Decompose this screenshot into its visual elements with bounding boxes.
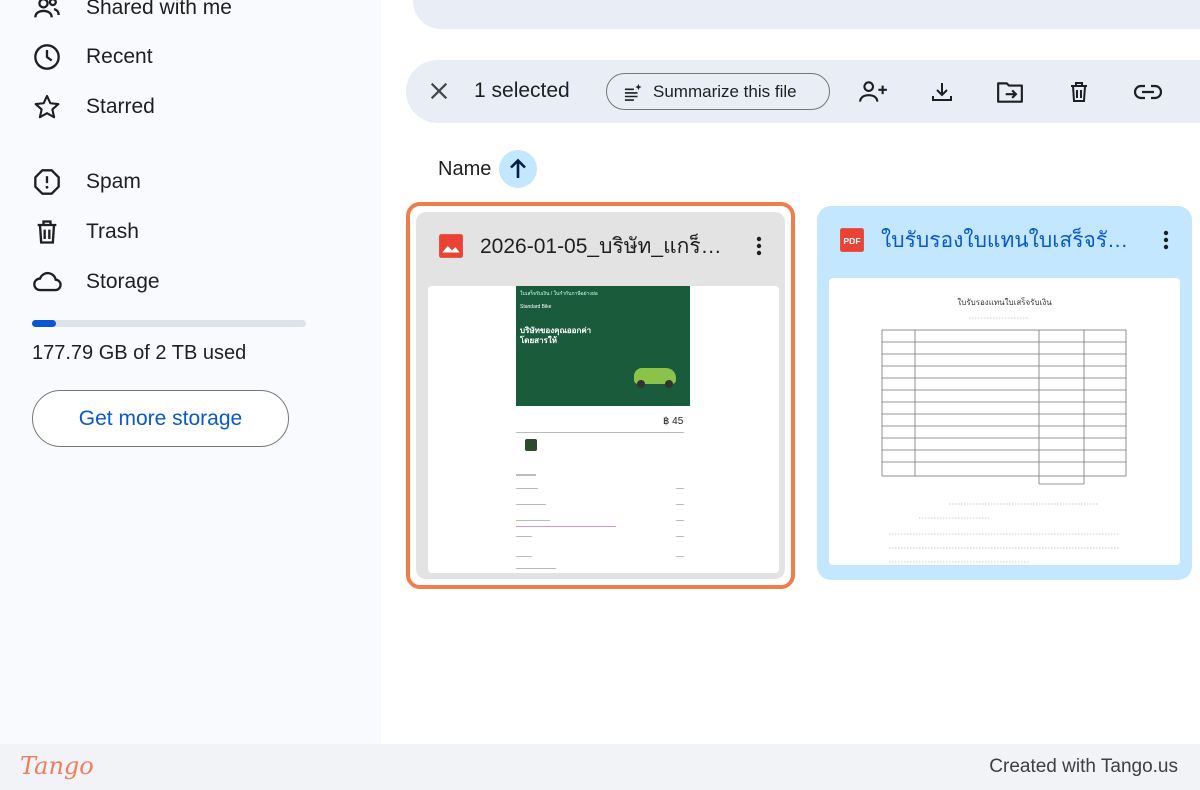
pdf-file-icon: PDF xyxy=(839,227,865,253)
search-bar[interactable] xyxy=(413,0,1200,29)
tango-logo: Tango xyxy=(20,752,94,780)
sort-by-name-button[interactable]: Name xyxy=(438,150,538,188)
get-more-storage-button[interactable]: Get more storage xyxy=(32,390,289,447)
text-line xyxy=(516,526,616,527)
text-line xyxy=(516,520,550,521)
document-table xyxy=(881,317,1127,563)
text-line xyxy=(516,504,546,505)
sidebar-item-spam[interactable]: Spam xyxy=(32,162,141,202)
sidebar-item-label: Trash xyxy=(86,220,139,243)
text-line xyxy=(676,504,684,505)
move-icon xyxy=(997,82,1023,103)
text-line xyxy=(676,556,684,557)
text-line xyxy=(516,536,532,537)
svg-text:PDF: PDF xyxy=(843,236,860,246)
download-button[interactable] xyxy=(925,75,959,109)
file-name: ใบรับรองใบแทนใบเสร็จรับเงิน.pdf xyxy=(881,228,1131,252)
cloud-icon xyxy=(32,267,62,297)
sidebar-item-storage[interactable]: Storage xyxy=(32,262,160,302)
file-card[interactable]: 2026-01-05_บริษัท_แกร็บ_ประเทศไทย_จำกัด.… xyxy=(416,212,785,579)
file-card-header: PDF ใบรับรองใบแทนใบเสร็จรับเงิน.pdf xyxy=(817,206,1192,274)
star-icon xyxy=(32,92,62,122)
tango-credit: Created with Tango.us xyxy=(989,756,1178,777)
file-card-selected-outline: 2026-01-05_บริษัท_แกร็บ_ประเทศไทย_จำกัด.… xyxy=(406,202,795,589)
summarize-label: Summarize this file xyxy=(653,81,797,101)
file-card[interactable]: PDF ใบรับรองใบแทนใบเสร็จรับเงิน.pdf ใบรั… xyxy=(817,206,1192,580)
text-line xyxy=(516,488,538,489)
car-wheel xyxy=(637,380,645,388)
selection-action-bar: 1 selected Summarize this file xyxy=(406,60,1200,123)
image-file-icon xyxy=(438,233,464,259)
storage-bar-fill xyxy=(32,320,56,327)
receipt-divider xyxy=(516,432,684,433)
spam-icon xyxy=(32,167,62,197)
people-icon xyxy=(32,0,62,23)
storage-used-text: 177.79 GB of 2 TB used xyxy=(32,342,247,364)
receipt-service: Standard Bike xyxy=(520,304,552,310)
sort-label: Name xyxy=(438,157,492,180)
sidebar: Shared with me Recent Starred Spam Trash… xyxy=(0,0,380,744)
summarize-sparkle-icon xyxy=(623,83,643,101)
summarize-file-button[interactable]: Summarize this file xyxy=(606,73,830,110)
sidebar-item-label: Spam xyxy=(86,170,141,193)
sidebar-item-recent[interactable]: Recent xyxy=(32,37,153,77)
more-vert-icon xyxy=(756,236,762,256)
sidebar-item-label: Starred xyxy=(86,95,155,118)
sidebar-item-starred[interactable]: Starred xyxy=(32,87,155,127)
sidebar-item-trash[interactable]: Trash xyxy=(32,212,139,252)
delete-button[interactable] xyxy=(1062,75,1096,109)
file-thumbnail: ใบเสร็จรับเงิน / ใบกำกับภาษีอย่างย่อ Sta… xyxy=(428,286,779,573)
more-vert-icon xyxy=(1163,230,1169,250)
text-line xyxy=(516,556,532,557)
share-icon xyxy=(859,81,887,102)
clear-selection-button[interactable] xyxy=(424,76,454,106)
close-icon xyxy=(430,82,448,100)
more-options-button[interactable] xyxy=(1154,228,1178,252)
copy-link-button[interactable] xyxy=(1131,75,1165,109)
receipt-title: บริษัทของคุณออกค่าโดยสารให้ xyxy=(520,326,592,345)
sidebar-item-shared-with-me[interactable]: Shared with me xyxy=(32,0,232,28)
clock-icon xyxy=(32,42,62,72)
text-line xyxy=(676,520,684,521)
text-line xyxy=(676,536,684,537)
sidebar-item-label: Storage xyxy=(86,270,160,293)
receipt-header: ใบเสร็จรับเงิน / ใบกำกับภาษีอย่างย่อ xyxy=(520,291,598,297)
receipt-banner: ใบเสร็จรับเงิน / ใบกำกับภาษีอย่างย่อ Sta… xyxy=(516,286,690,406)
sidebar-item-label: Recent xyxy=(86,45,153,68)
text-line xyxy=(516,568,556,569)
link-icon xyxy=(1134,84,1162,100)
trash-icon xyxy=(32,217,62,247)
car-wheel xyxy=(665,380,673,388)
file-card-header: 2026-01-05_บริษัท_แกร็บ_ประเทศไทย_จำกัด.… xyxy=(416,212,785,280)
selected-count: 1 selected xyxy=(474,79,570,102)
arrow-up-icon xyxy=(499,150,538,188)
receipt-amount: ฿ 45 xyxy=(663,416,684,427)
file-name: 2026-01-05_บริษัท_แกร็บ_ประเทศไทย_จำกัด.… xyxy=(480,234,730,258)
receipt-avatar xyxy=(525,439,537,451)
trash-icon xyxy=(1071,82,1087,102)
footer: Tango Created with Tango.us xyxy=(0,744,1200,790)
main-content: 1 selected Summarize this file Name 2026… xyxy=(381,0,1200,744)
download-icon xyxy=(932,83,952,101)
storage-bar xyxy=(32,320,306,327)
more-options-button[interactable] xyxy=(747,234,771,258)
text-line xyxy=(516,474,536,476)
sidebar-item-label: Shared with me xyxy=(86,0,232,19)
file-thumbnail: ใบรับรองแทนใบเสร็จรับเงิน xyxy=(829,278,1180,565)
move-button[interactable] xyxy=(993,75,1027,109)
share-button[interactable] xyxy=(856,75,890,109)
text-line xyxy=(676,488,684,489)
